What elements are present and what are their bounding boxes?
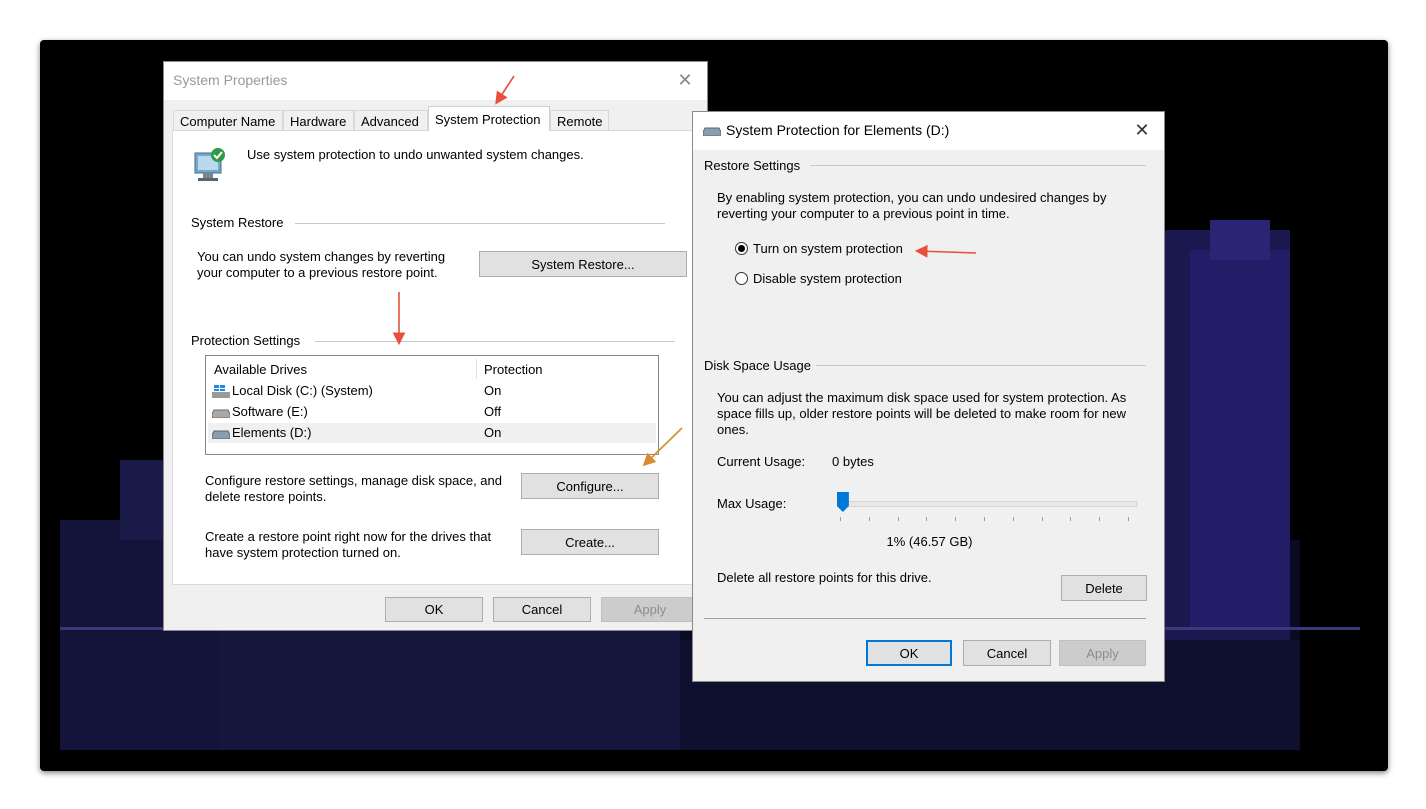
restore-settings-description-1: By enabling system protection, you can u…: [717, 190, 1107, 205]
slider-tick: [1099, 517, 1101, 521]
apply-button: Apply: [601, 597, 699, 622]
disable-protection-label[interactable]: Disable system protection: [753, 271, 902, 287]
create-description-1: Create a restore point right now for the…: [205, 529, 492, 544]
system-protection-panel: Use system protection to undo unwanted s…: [172, 130, 694, 585]
current-usage-label: Current Usage:: [717, 454, 806, 469]
cancel-button[interactable]: Cancel: [493, 597, 591, 622]
drive-protection-status: Off: [484, 404, 502, 419]
slider-tick: [1012, 517, 1014, 521]
drive-row-c[interactable]: Local Disk (C:) (System) On: [208, 381, 656, 401]
disk-space-group-label: Disk Space Usage: [704, 358, 811, 373]
drive-name: Software (E:): [232, 404, 308, 419]
tab-remote[interactable]: Remote: [550, 110, 609, 130]
system-properties-dialog: System Properties ✕ Computer Name Hardwa…: [163, 61, 708, 631]
drive-protection-status: On: [484, 425, 502, 440]
tab-system-protection[interactable]: System Protection: [428, 106, 550, 131]
create-button[interactable]: Create...: [521, 529, 659, 555]
current-usage-value: 0 bytes: [832, 454, 874, 469]
drive-name: Local Disk (C:) (System): [232, 383, 373, 398]
slider-tick: [1128, 517, 1129, 521]
title-bar: System Properties ✕: [164, 62, 707, 100]
drive-icon: [212, 409, 230, 418]
slider-tick: [868, 517, 870, 521]
group-divider: [315, 341, 675, 342]
slider-tick: [897, 517, 899, 521]
system-protection-drive-dialog: System Protection for Elements (D:) ✕ Re…: [692, 111, 1165, 682]
system-protection-icon: [194, 148, 225, 181]
drive-row-d[interactable]: Elements (D:) On: [208, 423, 656, 443]
restore-settings-description-2: reverting your computer to a previous po…: [717, 206, 1010, 221]
ok-button[interactable]: OK: [866, 640, 952, 666]
footer-divider: [704, 618, 1146, 619]
drive-icon: [212, 430, 230, 439]
system-restore-button[interactable]: System Restore...: [479, 251, 687, 277]
slider-tick: [1070, 517, 1072, 521]
configure-description-2: delete restore points.: [205, 489, 327, 504]
ok-button[interactable]: OK: [385, 597, 483, 622]
max-usage-label: Max Usage:: [717, 496, 787, 511]
max-usage-slider-track[interactable]: [839, 501, 1137, 507]
disable-protection-radio[interactable]: [735, 272, 748, 285]
slider-tick: [926, 517, 928, 521]
max-usage-value: 1% (46.57 GB): [886, 534, 973, 549]
system-restore-group-label: System Restore: [191, 215, 284, 230]
max-usage-slider-thumb[interactable]: [836, 492, 849, 512]
cancel-button[interactable]: Cancel: [963, 640, 1051, 666]
close-icon[interactable]: ✕: [1132, 120, 1152, 140]
window-title: System Protection for Elements (D:): [726, 122, 950, 138]
slider-tick: [984, 517, 985, 521]
slider-tick: [955, 517, 957, 521]
tab-computer-name[interactable]: Computer Name: [173, 110, 283, 130]
window-title: System Properties: [173, 72, 288, 88]
drives-list[interactable]: Available Drives Protection Local Disk (…: [205, 355, 659, 455]
slider-tick: [1041, 517, 1043, 521]
apply-button: Apply: [1059, 640, 1146, 666]
turn-on-protection-radio[interactable]: [735, 242, 748, 255]
column-header-drives[interactable]: Available Drives: [214, 362, 307, 377]
disk-space-description-1: You can adjust the maximum disk space us…: [717, 390, 1127, 405]
system-restore-description-1: You can undo system changes by reverting: [197, 249, 446, 264]
system-restore-description-2: your computer to a previous restore poin…: [197, 265, 438, 280]
restore-settings-group-label: Restore Settings: [704, 158, 801, 173]
slider-tick: [840, 517, 841, 521]
protection-settings-group-label: Protection Settings: [191, 333, 301, 348]
group-divider: [816, 365, 1146, 366]
delete-description: Delete all restore points for this drive…: [717, 570, 932, 585]
configure-button[interactable]: Configure...: [521, 473, 659, 499]
drive-row-e[interactable]: Software (E:) Off: [208, 402, 656, 422]
configure-description-1: Configure restore settings, manage disk …: [205, 473, 503, 488]
tab-advanced[interactable]: Advanced: [354, 110, 428, 130]
column-divider: [476, 359, 477, 379]
tab-hardware[interactable]: Hardware: [283, 110, 354, 130]
intro-text: Use system protection to undo unwanted s…: [247, 147, 584, 162]
close-icon[interactable]: ✕: [675, 70, 695, 90]
group-divider: [295, 223, 665, 224]
title-bar: System Protection for Elements (D:) ✕: [693, 112, 1164, 150]
drive-name: Elements (D:): [232, 425, 312, 440]
drive-icon: [703, 127, 721, 136]
turn-on-protection-label[interactable]: Turn on system protection: [753, 241, 903, 257]
create-description-2: have system protection turned on.: [205, 545, 401, 560]
disk-space-description-2: space fills up, older restore points wil…: [717, 406, 1126, 421]
drive-protection-status: On: [484, 383, 502, 398]
group-divider: [810, 165, 1146, 166]
column-header-protection[interactable]: Protection: [484, 362, 543, 377]
windows-drive-icon: [212, 385, 230, 398]
delete-button[interactable]: Delete: [1061, 575, 1147, 601]
disk-space-description-3: ones.: [717, 422, 749, 437]
